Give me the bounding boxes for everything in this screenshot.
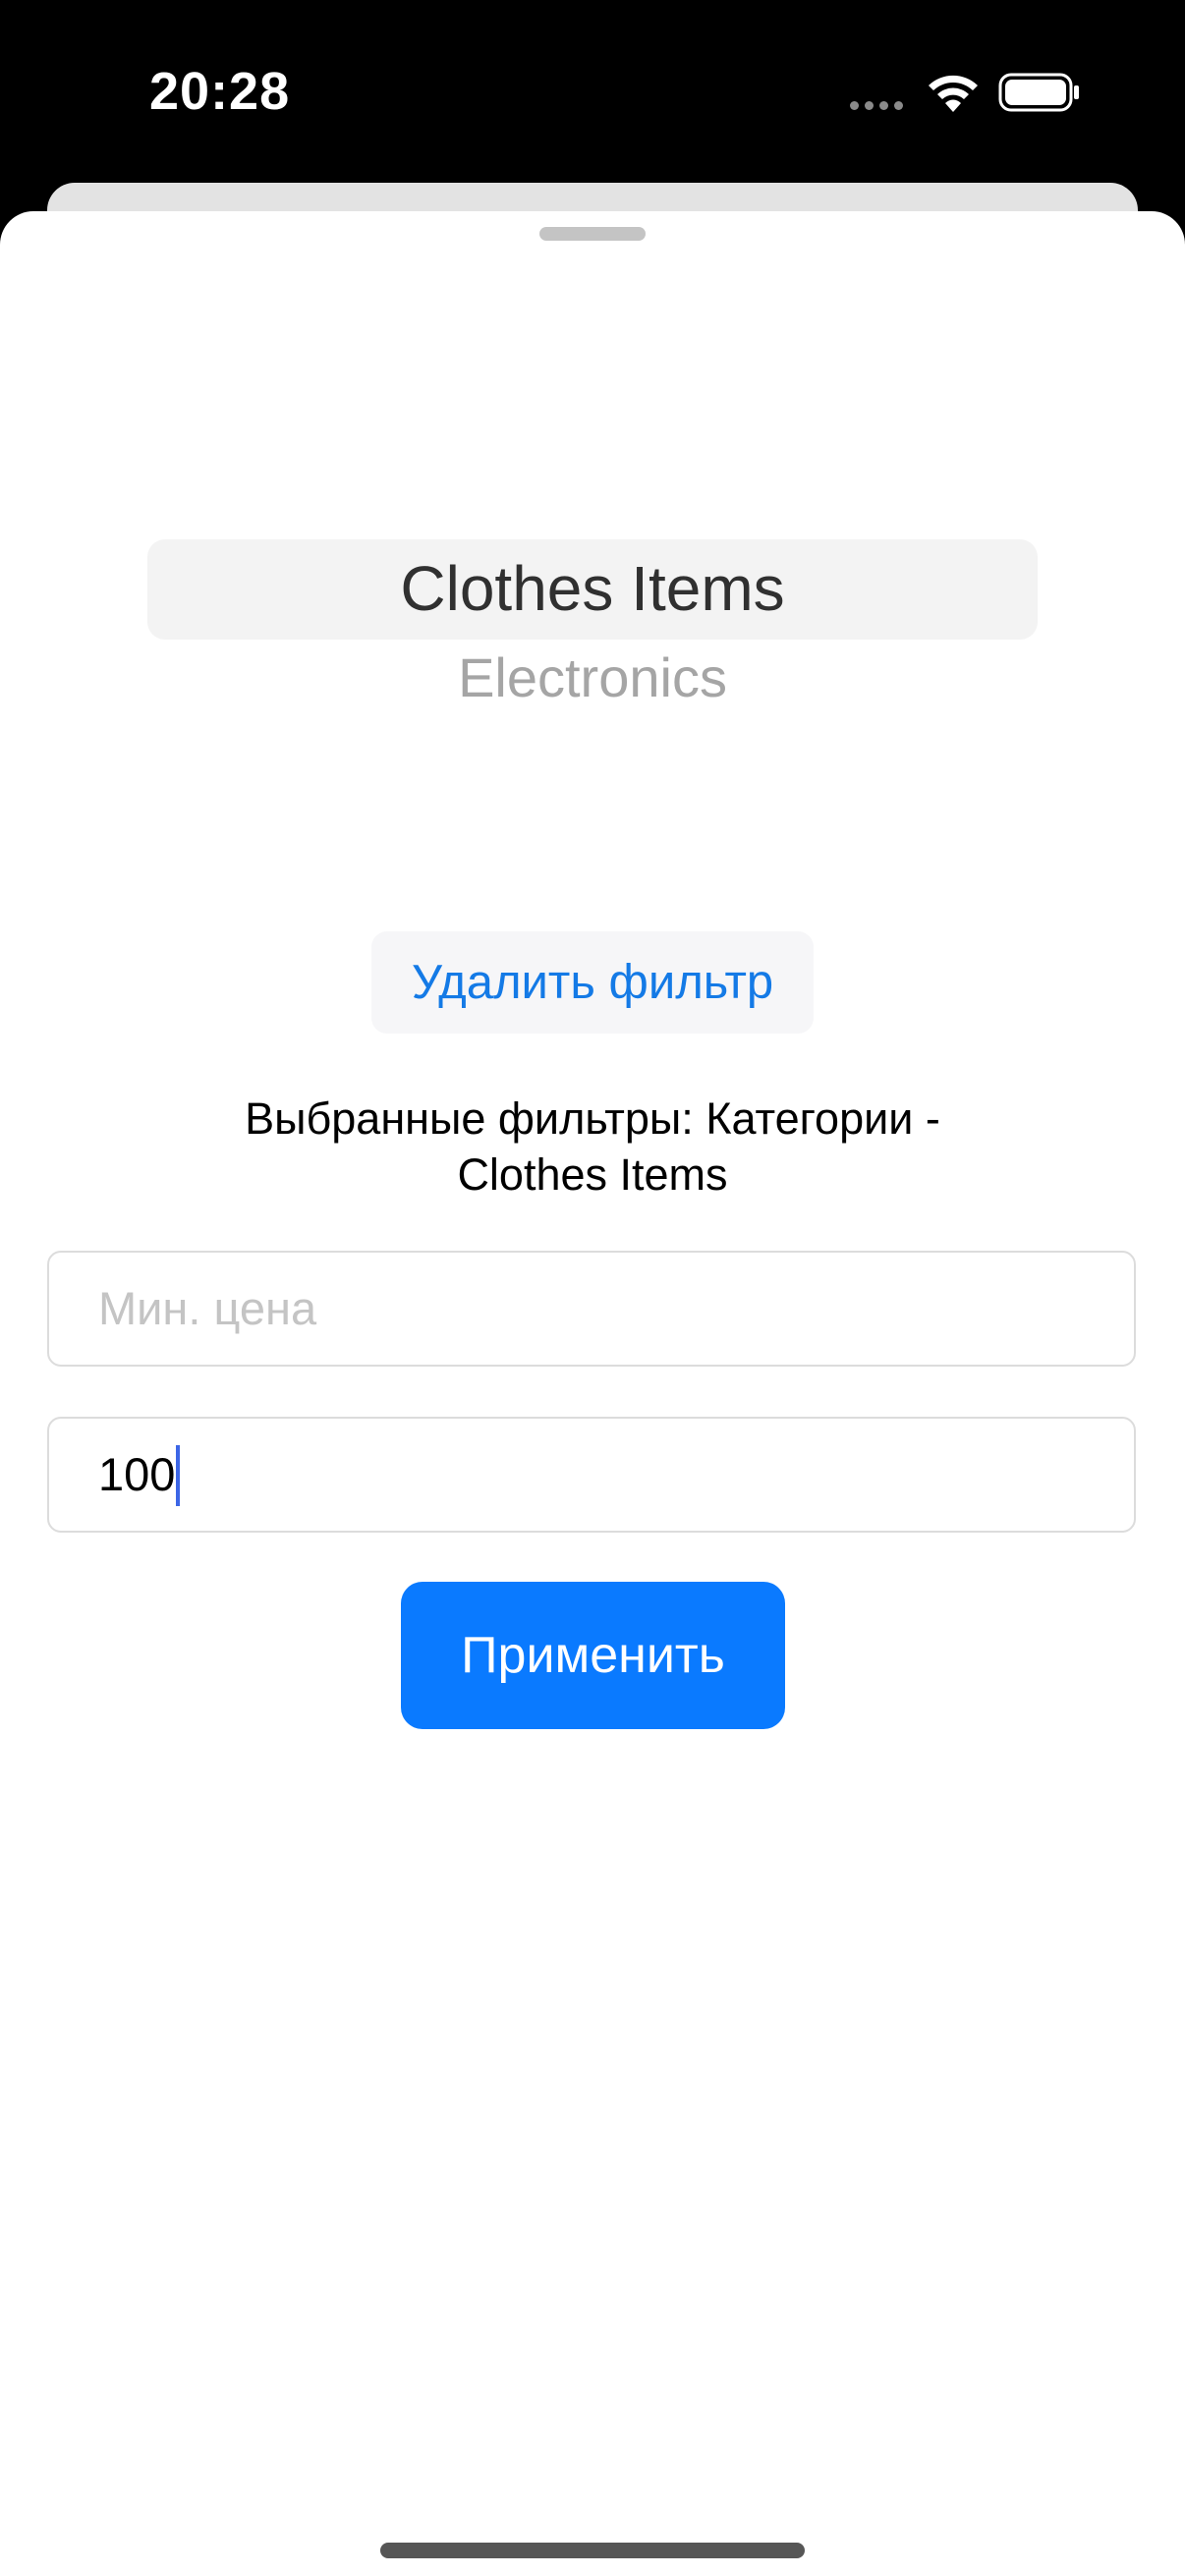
status-time: 20:28 bbox=[149, 62, 291, 121]
signal-dots-icon bbox=[850, 101, 903, 110]
battery-icon bbox=[998, 73, 1079, 112]
remove-filter-button[interactable]: Удалить фильтр bbox=[371, 931, 814, 1034]
selected-filters-line: Выбранные фильтры: Категории - bbox=[245, 1093, 940, 1144]
picker-option-selected[interactable]: Clothes Items bbox=[147, 552, 1038, 625]
min-price-placeholder: Мин. цена bbox=[98, 1282, 317, 1334]
screen: 20:28 Clothes Items Electronics Удалить … bbox=[0, 0, 1185, 2576]
max-price-field[interactable]: 100 bbox=[47, 1417, 1136, 1533]
min-price-field[interactable]: Мин. цена bbox=[47, 1251, 1136, 1367]
text-caret bbox=[176, 1444, 181, 1506]
filter-sheet: Clothes Items Electronics Удалить фильтр… bbox=[0, 211, 1185, 2576]
selected-filters-value: Clothes Items bbox=[457, 1149, 728, 1200]
picker-option[interactable]: Electronics bbox=[147, 645, 1038, 709]
max-price-value: 100 bbox=[98, 1448, 176, 1500]
sheet-grabber[interactable] bbox=[539, 227, 646, 241]
home-indicator[interactable] bbox=[380, 2543, 805, 2558]
selected-filters-label: Выбранные фильтры: Категории - Clothes I… bbox=[118, 1091, 1067, 1203]
apply-button[interactable]: Применить bbox=[401, 1582, 785, 1729]
wifi-icon bbox=[929, 75, 978, 112]
